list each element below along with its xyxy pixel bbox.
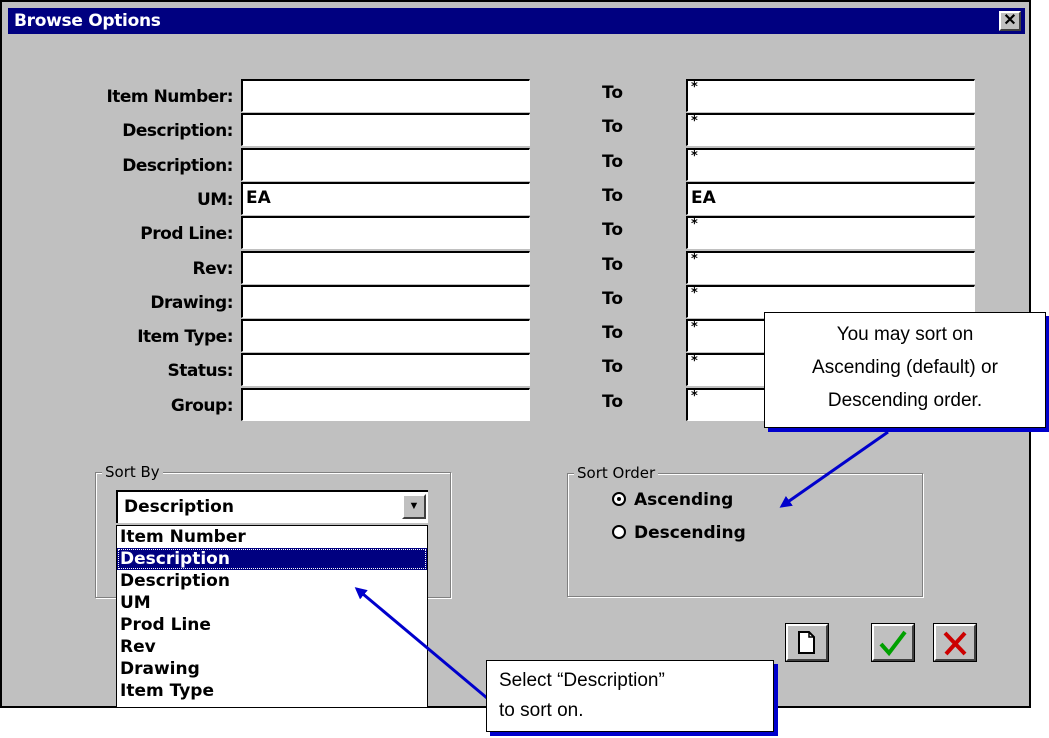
radio-ascending[interactable]: Ascending [612,490,733,510]
field-label: Rev: [192,259,234,279]
document-icon [798,631,815,654]
callout-line: Descending order. [827,390,983,411]
callout-line: Ascending (default) or [812,357,998,378]
close-button[interactable]: ✕ [999,11,1021,31]
to-input[interactable]: * [686,216,975,249]
chevron-down-icon: ▼ [408,500,420,512]
sort-order-legend: Sort Order [574,464,659,482]
from-input[interactable] [241,251,530,284]
to-input[interactable]: * [686,148,975,181]
radio-label: Descending [634,523,746,543]
field-label: UM: [196,190,234,210]
dropdown-option[interactable]: Rev [117,636,427,658]
from-input[interactable] [241,79,530,112]
new-button[interactable] [785,623,829,662]
to-label: To [602,255,624,275]
to-label: To [602,357,624,377]
radio-descending[interactable]: Descending [612,523,746,543]
from-input[interactable] [241,113,530,146]
to-label: To [602,289,624,309]
from-input[interactable] [241,353,530,386]
to-label: To [602,392,624,412]
field-label: Drawing: [150,293,233,313]
dropdown-button[interactable]: ▼ [402,494,426,519]
callout-line: Select “Description” [499,670,665,691]
from-input[interactable] [241,285,530,318]
field-label: Status: [167,361,234,381]
field-label: Item Number: [106,87,233,107]
checkmark-icon [879,630,907,657]
cancel-button[interactable] [933,623,977,662]
field-label: Item Type: [137,327,233,347]
from-input[interactable] [241,216,530,249]
field-label: Group: [170,396,234,416]
field-label: Description: [122,156,233,176]
from-input[interactable] [241,319,530,352]
to-label: To [602,152,624,172]
dropdown-option[interactable]: Description [117,548,427,570]
to-input[interactable]: * [686,113,975,146]
to-input[interactable]: EA [686,182,975,215]
dropdown-option[interactable]: Prod Line [117,614,427,636]
window-title: Browse Options [14,11,161,31]
radio-button-icon [612,525,626,539]
from-input[interactable] [241,388,530,421]
dropdown-option[interactable]: Item Type [117,680,427,702]
ok-button[interactable] [871,623,915,662]
from-input[interactable] [241,148,530,181]
sort-order-callout: You may sort on Ascending (default) or D… [764,312,1046,428]
title-bar: Browse Options ✕ [8,8,1025,34]
callout-line: You may sort on [836,324,974,345]
dropdown-option[interactable]: UM [117,592,427,614]
radio-button-icon [612,492,626,506]
sort-by-selected: Description [124,497,234,517]
to-label: To [602,323,624,343]
sort-by-callout: Select “Description” to sort on. [486,660,774,732]
to-input[interactable]: * [686,251,975,284]
to-label: To [602,186,624,206]
field-label: Prod Line: [140,224,233,244]
from-input[interactable]: EA [241,182,530,215]
to-label: To [602,83,624,103]
to-label: To [602,220,624,240]
field-label: Description: [122,121,233,141]
dropdown-option[interactable]: Drawing [117,658,427,680]
to-input[interactable]: * [686,79,975,112]
sort-by-combobox[interactable]: Description ▼ [116,490,428,523]
sort-by-legend: Sort By [102,463,163,481]
radio-label: Ascending [634,490,734,510]
callout-line: to sort on. [499,700,584,721]
x-icon [943,631,967,656]
dropdown-option[interactable]: Item Number [117,526,427,548]
close-icon: ✕ [1003,12,1017,29]
to-label: To [602,117,624,137]
dropdown-option[interactable]: Description [117,570,427,592]
sort-by-dropdown-list[interactable]: Item Number Description Description UM Prod … [116,525,428,708]
